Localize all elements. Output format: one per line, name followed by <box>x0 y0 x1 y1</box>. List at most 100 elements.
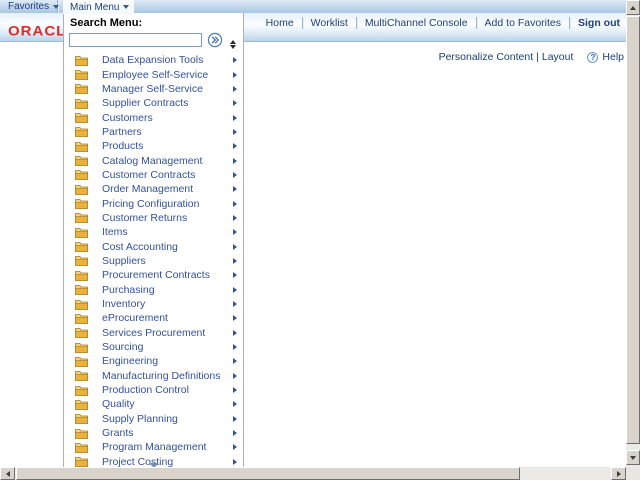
menu-item-quality[interactable]: Quality <box>64 397 243 411</box>
horizontal-scrollbar[interactable] <box>0 467 626 480</box>
menu-item-order-management[interactable]: Order Management <box>64 182 243 196</box>
menu-item-catalog-management[interactable]: Catalog Management <box>64 153 243 167</box>
menu-item-label: Production Control <box>102 384 189 397</box>
favorites-menu-label: Favorites <box>8 1 50 12</box>
submenu-arrow-icon <box>233 100 237 107</box>
submenu-arrow-icon <box>233 200 237 207</box>
menu-item-supply-planning[interactable]: Supply Planning <box>64 412 243 426</box>
menu-item-procurement-contracts[interactable]: Procurement Contracts <box>64 268 243 282</box>
menu-item-label: Items <box>102 226 128 239</box>
menu-item-label: Customers <box>102 111 153 124</box>
menu-item-pricing-configuration[interactable]: Pricing Configuration <box>64 196 243 210</box>
menu-item-manager-self-service[interactable]: Manager Self-Service <box>64 82 243 96</box>
submenu-arrow-icon <box>233 272 237 279</box>
submenu-arrow-icon <box>233 458 237 465</box>
menu-item-purchasing[interactable]: Purchasing <box>64 283 243 297</box>
header-link-worklist[interactable]: Worklist <box>311 17 348 29</box>
header-links: Home Worklist MultiChannel Console Add to F… <box>266 17 620 29</box>
submenu-arrow-icon <box>233 430 237 437</box>
header-link-home[interactable]: Home <box>266 17 294 29</box>
menu-item-grants[interactable]: Grants <box>64 426 243 440</box>
menu-item-label: Inventory <box>102 298 146 311</box>
help-label: Help <box>602 51 624 63</box>
vertical-scrollbar[interactable] <box>626 0 640 467</box>
menu-resize-handle-icon[interactable] <box>230 40 236 49</box>
page-actions-row: Personalize Content|Layout Help <box>439 51 624 63</box>
double-chevron-icon <box>207 32 223 48</box>
help-link[interactable]: Help <box>587 51 624 63</box>
menu-item-label: Manufacturing Definitions <box>102 369 221 382</box>
menu-item-manufacturing-definitions[interactable]: Manufacturing Definitions <box>64 369 243 383</box>
submenu-arrow-icon <box>233 387 237 394</box>
menu-item-inventory[interactable]: Inventory <box>64 297 243 311</box>
menu-item-engineering[interactable]: Engineering <box>64 354 243 368</box>
menu-item-items[interactable]: Items <box>64 225 243 239</box>
menu-item-label: Project Costing <box>102 455 174 468</box>
menu-item-label: Data Expansion Tools <box>102 54 204 67</box>
scroll-up-icon[interactable] <box>626 0 640 15</box>
folder-icon <box>75 456 88 468</box>
folder-icon <box>75 155 88 166</box>
scroll-right-icon[interactable] <box>611 467 626 480</box>
menu-item-label: Grants <box>102 427 134 440</box>
folder-icon <box>75 299 88 310</box>
submenu-arrow-icon <box>233 71 237 78</box>
header-link-add-to-favorites[interactable]: Add to Favorites <box>485 17 561 29</box>
link-separator <box>569 17 570 29</box>
menu-item-sourcing[interactable]: Sourcing <box>64 340 243 354</box>
scroll-left-icon[interactable] <box>0 467 15 480</box>
menu-item-label: Catalog Management <box>102 154 203 167</box>
scroll-down-icon[interactable] <box>626 450 640 465</box>
layout-link[interactable]: Layout <box>542 51 574 63</box>
main-menu-list: Data Expansion Tools Employee Self-Servi… <box>64 53 243 469</box>
menu-item-data-expansion-tools[interactable]: Data Expansion Tools <box>64 53 243 67</box>
menu-item-cost-accounting[interactable]: Cost Accounting <box>64 239 243 253</box>
folder-icon <box>75 241 88 253</box>
folder-icon <box>75 198 88 210</box>
menu-item-partners[interactable]: Partners <box>64 125 243 139</box>
menu-item-employee-self-service[interactable]: Employee Self-Service <box>64 67 243 81</box>
folder-icon <box>75 83 88 95</box>
submenu-arrow-icon <box>233 143 237 150</box>
help-icon <box>587 51 599 63</box>
menu-item-customer-contracts[interactable]: Customer Contracts <box>64 168 243 182</box>
menu-item-customers[interactable]: Customers <box>64 110 243 124</box>
menu-item-label: eProcurement <box>102 312 168 325</box>
menu-item-suppliers[interactable]: Suppliers <box>64 254 243 268</box>
personalize-content-link[interactable]: Personalize Content <box>439 51 534 63</box>
menu-item-label: Partners <box>102 125 142 138</box>
submenu-arrow-icon <box>233 85 237 92</box>
menu-item-label: Sourcing <box>102 341 144 354</box>
submenu-arrow-icon <box>233 372 237 379</box>
menu-item-production-control[interactable]: Production Control <box>64 383 243 397</box>
search-go-button[interactable] <box>207 32 223 48</box>
submenu-arrow-icon <box>233 301 237 308</box>
header-link-sign-out[interactable]: Sign out <box>578 17 620 29</box>
caret-down-icon <box>123 5 130 9</box>
submenu-arrow-icon <box>233 57 237 64</box>
menu-search-input[interactable] <box>69 33 202 47</box>
folder-icon <box>75 69 88 80</box>
folder-icon <box>75 112 88 123</box>
menu-item-services-procurement[interactable]: Services Procurement <box>64 326 243 340</box>
vertical-scrollbar-thumb[interactable] <box>626 16 640 444</box>
folder-icon <box>75 284 88 296</box>
menu-item-products[interactable]: Products <box>64 139 243 153</box>
main-menu-tab[interactable]: Main Menu <box>63 0 134 14</box>
folder-icon <box>75 342 88 353</box>
header-link-multichannel-console[interactable]: MultiChannel Console <box>365 17 468 29</box>
menu-item-eprocurement[interactable]: eProcurement <box>64 311 243 325</box>
menu-item-label: Program Management <box>102 441 207 454</box>
submenu-arrow-icon <box>233 243 237 250</box>
submenu-arrow-icon <box>233 229 237 236</box>
menu-item-customer-returns[interactable]: Customer Returns <box>64 211 243 225</box>
horizontal-scrollbar-thumb[interactable] <box>16 467 520 480</box>
menu-item-program-management[interactable]: Program Management <box>64 440 243 454</box>
menu-item-label: Products <box>102 140 144 153</box>
menu-item-supplier-contracts[interactable]: Supplier Contracts <box>64 96 243 110</box>
menu-item-label: Pricing Configuration <box>102 197 200 210</box>
favorites-menu[interactable]: Favorites <box>0 0 60 13</box>
folder-icon <box>75 313 88 324</box>
menu-item-label: Services Procurement <box>102 326 206 339</box>
submenu-arrow-icon <box>233 415 237 422</box>
